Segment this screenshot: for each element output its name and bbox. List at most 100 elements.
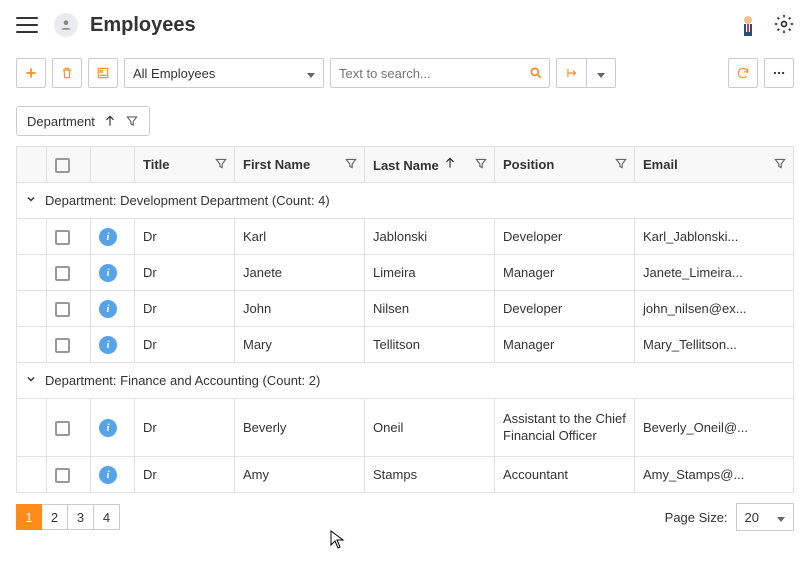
email-cell: Amy_Stamps@... <box>635 457 794 493</box>
info-icon[interactable]: i <box>99 300 117 318</box>
view-dropdown-label: All Employees <box>133 66 215 81</box>
info-cell[interactable]: i <box>91 219 135 255</box>
title-cell: Dr <box>135 219 235 255</box>
checkbox-cell[interactable] <box>47 399 91 457</box>
page-button-4[interactable]: 4 <box>94 504 120 530</box>
group-panel: Department <box>16 96 794 146</box>
row-checkbox[interactable] <box>55 421 70 436</box>
first-cell: John <box>235 291 365 327</box>
info-cell[interactable]: i <box>91 327 135 363</box>
table-row[interactable]: iDrJaneteLimeiraManagerJanete_Limeira... <box>17 255 794 291</box>
checkbox-cell[interactable] <box>47 291 91 327</box>
filter-icon[interactable] <box>614 156 628 173</box>
info-cell[interactable]: i <box>91 457 135 493</box>
toolbar: All Employees <box>0 50 810 96</box>
arrow-up-icon <box>443 156 457 170</box>
page-size-dropdown[interactable]: 20 <box>736 503 794 531</box>
table-row[interactable]: iDrBeverlyOneilAssistant to the Chief Fi… <box>17 399 794 457</box>
grid-container: Department Title First Name Last Name Po… <box>0 96 810 551</box>
search-box[interactable] <box>330 58 550 88</box>
delete-button[interactable] <box>52 58 82 88</box>
first-cell: Beverly <box>235 399 365 457</box>
filter-icon[interactable] <box>773 156 787 173</box>
export-combo <box>556 58 616 88</box>
checkbox-cell[interactable] <box>47 327 91 363</box>
checkbox-cell[interactable] <box>47 255 91 291</box>
group-row[interactable]: Department: Development Department (Coun… <box>17 183 794 219</box>
header-row: Title First Name Last Name Position Emai… <box>17 147 794 183</box>
table-row[interactable]: iDrAmyStampsAccountantAmy_Stamps@... <box>17 457 794 493</box>
table-row[interactable]: iDrJohnNilsenDeveloperjohn_nilsen@ex... <box>17 291 794 327</box>
col-title-header[interactable]: Title <box>135 147 235 183</box>
col-lastname-header[interactable]: Last Name <box>365 147 495 183</box>
last-cell: Stamps <box>365 457 495 493</box>
filter-icon[interactable] <box>214 156 228 173</box>
group-row[interactable]: Department: Finance and Accounting (Coun… <box>17 363 794 399</box>
chevron-down-icon <box>307 66 315 81</box>
expand-cell <box>17 255 47 291</box>
position-cell: Accountant <box>495 457 635 493</box>
info-icon[interactable]: i <box>99 336 117 354</box>
col-checkbox-header[interactable] <box>47 147 91 183</box>
checkbox-cell[interactable] <box>47 457 91 493</box>
title-cell: Dr <box>135 291 235 327</box>
filter-icon[interactable] <box>344 156 358 173</box>
row-checkbox[interactable] <box>55 266 70 281</box>
expand-cell <box>17 291 47 327</box>
row-checkbox[interactable] <box>55 302 70 317</box>
filter-icon[interactable] <box>474 156 488 173</box>
email-cell: Beverly_Oneil@... <box>635 399 794 457</box>
page-button-3[interactable]: 3 <box>68 504 94 530</box>
first-cell: Mary <box>235 327 365 363</box>
col-expand-header <box>17 147 47 183</box>
info-icon[interactable]: i <box>99 419 117 437</box>
gear-icon[interactable] <box>774 14 794 37</box>
info-icon[interactable]: i <box>99 466 117 484</box>
row-checkbox[interactable] <box>55 468 70 483</box>
col-position-header[interactable]: Position <box>495 147 635 183</box>
email-cell: Karl_Jablonski... <box>635 219 794 255</box>
more-button[interactable] <box>764 58 794 88</box>
col-info-header <box>91 147 135 183</box>
chevron-down-icon <box>777 510 785 525</box>
add-button[interactable] <box>16 58 46 88</box>
group-chip-department[interactable]: Department <box>16 106 150 136</box>
last-cell: Oneil <box>365 399 495 457</box>
col-firstname-header[interactable]: First Name <box>235 147 365 183</box>
col-email-header[interactable]: Email <box>635 147 794 183</box>
select-all-checkbox[interactable] <box>55 158 70 173</box>
page-button-1[interactable]: 1 <box>16 504 42 530</box>
group-chip-label: Department <box>27 114 95 129</box>
info-cell[interactable]: i <box>91 255 135 291</box>
collapse-icon[interactable] <box>23 193 39 208</box>
last-cell: Tellitson <box>365 327 495 363</box>
collapse-icon[interactable] <box>23 373 39 388</box>
module-icon <box>54 13 78 37</box>
search-icon[interactable] <box>529 66 543 80</box>
filter-icon[interactable] <box>125 114 139 128</box>
cursor-icon <box>330 530 346 550</box>
info-icon[interactable]: i <box>99 228 117 246</box>
checkbox-cell[interactable] <box>47 219 91 255</box>
page-size-value: 20 <box>745 510 759 525</box>
row-checkbox[interactable] <box>55 338 70 353</box>
info-cell[interactable]: i <box>91 291 135 327</box>
search-input[interactable] <box>339 59 529 87</box>
table-row[interactable]: iDrMaryTellitsonManagerMary_Tellitson... <box>17 327 794 363</box>
info-icon[interactable]: i <box>99 264 117 282</box>
page-button-2[interactable]: 2 <box>42 504 68 530</box>
user-avatar[interactable] <box>736 13 760 37</box>
pager: 1234 Page Size: 20 <box>16 493 794 541</box>
card-view-button[interactable] <box>88 58 118 88</box>
export-button[interactable] <box>556 58 586 88</box>
view-dropdown[interactable]: All Employees <box>124 58 324 88</box>
email-cell: Mary_Tellitson... <box>635 327 794 363</box>
last-cell: Jablonski <box>365 219 495 255</box>
info-cell[interactable]: i <box>91 399 135 457</box>
row-checkbox[interactable] <box>55 230 70 245</box>
refresh-button[interactable] <box>728 58 758 88</box>
app-header: Employees <box>0 0 810 50</box>
export-dropdown[interactable] <box>586 58 616 88</box>
menu-icon[interactable] <box>16 17 38 33</box>
table-row[interactable]: iDrKarlJablonskiDeveloperKarl_Jablonski.… <box>17 219 794 255</box>
